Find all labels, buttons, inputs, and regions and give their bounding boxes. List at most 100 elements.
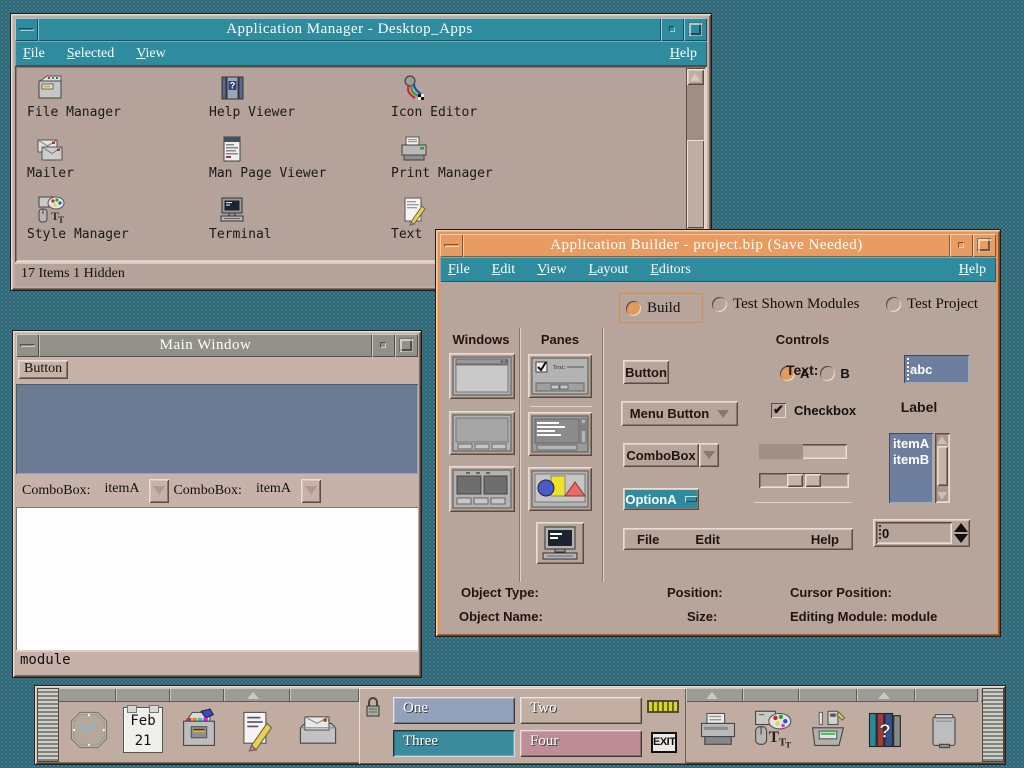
scroll-down-icon[interactable] [937,492,947,500]
palette-checkbox[interactable]: ✔ Checkbox [771,403,856,418]
mode-test-shown-modules[interactable]: Test Shown Modules [712,296,859,313]
menu-file[interactable]: File [23,46,45,62]
spin-up-icon[interactable] [954,523,968,532]
mode-test-project[interactable]: Test Project [886,296,978,313]
checkbox-checked-icon[interactable]: ✔ [771,403,786,418]
menu-help[interactable]: Help [670,46,697,62]
sample-menu-file[interactable]: File [637,532,659,547]
list-item[interactable]: itemB [893,452,929,468]
panel-file-manager[interactable] [175,704,223,756]
scroll-up-icon[interactable] [937,436,947,444]
sample-menu-help[interactable]: Help [811,532,839,547]
palette-menu-button[interactable]: Menu Button [621,401,738,426]
panel-text-editor[interactable] [232,704,280,756]
palette-custom-dialog[interactable] [449,466,515,512]
radio-b-icon[interactable] [820,366,835,381]
subpanel-arrow-icon[interactable] [247,692,259,699]
menu-view[interactable]: View [537,262,567,278]
minimize-button[interactable] [372,334,395,357]
window-menu-button[interactable] [440,234,463,257]
radio-icon[interactable] [712,297,727,312]
workspace-one-button[interactable]: One [393,697,515,724]
application-builder-titlebar[interactable]: Application Builder - project.bip (Save … [440,234,996,257]
mode-build[interactable]: Build [619,293,703,323]
palette-combobox[interactable]: ComboBox [623,443,719,467]
panel-clock[interactable] [65,704,113,756]
panel-calendar[interactable]: Feb 21 [119,704,167,756]
spin-arrows[interactable] [954,523,968,543]
menu-editors[interactable]: Editors [650,262,690,278]
list-item[interactable]: itemA [893,436,929,452]
sample-menu-edit[interactable]: Edit [695,532,720,547]
palette-scale[interactable] [759,473,849,488]
window-menu-button[interactable] [16,334,39,357]
palette-text-field[interactable]: abc [904,355,969,383]
list-scroll-thumb[interactable] [937,446,948,486]
menu-layout[interactable]: Layout [589,262,629,278]
menu-file[interactable]: File [448,262,470,278]
workspace-three-button[interactable]: Three [393,730,515,757]
palette-option-menu[interactable]: OptionA [623,488,699,510]
app-icon-file-manager[interactable]: File Manager [27,72,209,133]
scale-handle[interactable] [787,474,803,487]
menu-help[interactable]: Help [959,262,986,278]
radio-selected-icon[interactable] [626,301,641,316]
application-manager-titlebar[interactable]: Application Manager - Desktop_Apps [15,18,707,41]
sample-button[interactable]: Button [18,360,68,379]
combobox[interactable]: itemA [94,479,169,503]
text-cursor [879,525,881,541]
combobox-arrow-icon[interactable] [149,479,169,503]
spin-down-icon[interactable] [954,534,968,543]
palette-button[interactable]: Button [623,360,669,384]
maximize-button[interactable] [395,334,418,357]
menu-edit[interactable]: Edit [492,262,515,278]
subpanel-arrow-icon[interactable] [878,692,890,699]
minimize-button[interactable] [950,234,973,257]
combobox-arrow-icon[interactable] [699,443,719,467]
panel-printer[interactable] [694,704,742,756]
minimize-button[interactable] [661,18,684,41]
main-window-titlebar[interactable]: Main Window [16,334,418,357]
app-icon-terminal[interactable]: Terminal [209,194,391,255]
menu-selected[interactable]: Selected [67,46,114,62]
list-scrollbar[interactable] [935,433,950,503]
panel-handle-right[interactable] [983,689,1003,761]
window-menu-button[interactable] [15,18,38,41]
panel-handle-left[interactable] [38,689,58,761]
combobox-arrow-icon[interactable] [301,479,321,503]
workspace-two-button[interactable]: Two [520,697,642,724]
palette-draw-pane[interactable] [528,467,592,511]
menu-view[interactable]: View [136,46,166,62]
scroll-up-button[interactable] [687,69,704,85]
palette-control-pane[interactable]: Text: [528,354,592,398]
combobox[interactable]: itemA [246,479,321,503]
workspace-four-button[interactable]: Four [520,730,642,757]
panel-help[interactable]: ? [862,704,910,756]
subpanel-arrow-icon[interactable] [706,692,718,699]
app-icon-help-viewer[interactable]: ? Help Viewer [209,72,391,133]
app-icon-man-page-viewer[interactable]: Man Page Viewer [209,133,391,194]
palette-menubar[interactable]: File Edit Help [623,528,853,550]
palette-text-pane[interactable] [528,412,592,456]
maximize-button[interactable] [684,18,707,41]
palette-term-pane[interactable] [536,522,584,564]
app-icon-style-manager[interactable]: T T Style Manager [27,194,209,255]
app-icon-mailer[interactable]: Mailer [27,133,209,194]
radio-icon[interactable] [886,297,901,312]
exit-button[interactable]: EXIT [651,732,677,753]
lock-icon[interactable] [365,696,381,720]
palette-main-window[interactable] [449,353,515,399]
scale-handle[interactable] [805,474,821,487]
scrollbar-thumb[interactable] [687,140,704,228]
app-icon-print-manager[interactable]: Print Manager [391,133,573,194]
palette-dialog-window[interactable] [449,411,515,455]
maximize-button[interactable] [973,234,996,257]
app-icon-icon-editor[interactable]: Icon Editor [391,72,573,133]
panel-style-manager[interactable]: T T T [747,704,795,756]
panel-trash[interactable] [920,704,968,756]
palette-list[interactable]: itemA itemB [889,433,933,503]
panel-applications[interactable] [804,704,852,756]
palette-spinbox[interactable]: 0 [873,519,970,547]
panel-mailer[interactable] [294,704,342,756]
combobox-label: ComboBox: [173,483,241,499]
